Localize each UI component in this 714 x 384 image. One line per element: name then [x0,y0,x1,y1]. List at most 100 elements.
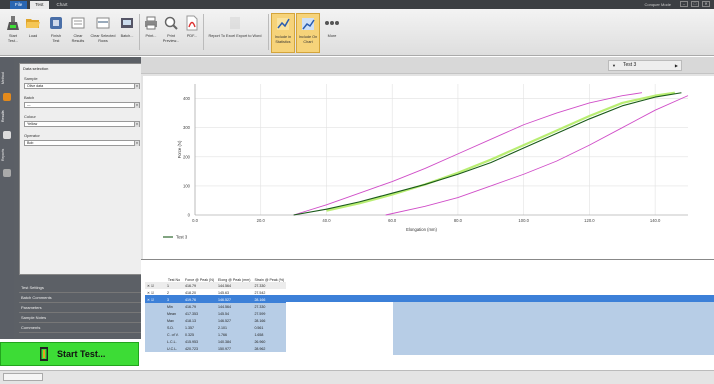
close-button[interactable]: ✕ [702,1,710,7]
cell-strain: 1.658 [252,331,287,338]
report-export-button[interactable]: Report To Excel Export to Word [205,13,265,53]
cell-force: 415.953 [183,338,217,345]
side-rail: Method Results Reports [0,57,14,339]
operator-select[interactable]: Bob ▾ [24,140,140,146]
cell-test-no: 1 [165,282,183,289]
stats-row: U.C.L. 420.723 150.977 28.962 [145,345,287,352]
load-button[interactable]: Load [24,13,42,53]
batch-select[interactable]: — ▾ [24,102,140,108]
rail-item-results[interactable]: Results [1,103,13,129]
chart-topbar: ▼ Test 3 ▶ [141,57,714,74]
test-rig-icon [40,347,48,361]
accordion-comments[interactable]: Comments [19,323,147,333]
cell-test-no: 2 [167,290,169,295]
accordion-parameters[interactable]: Parameters [19,303,147,313]
print-button[interactable]: Print... [143,13,159,53]
rail-item-reports[interactable]: Reports [1,143,13,167]
table-row[interactable]: ✕ ☑ 1 416.79 144.564 27.330 [145,282,287,289]
cell-strain: 27.330 [252,303,287,310]
chevron-down-icon: ▼ [612,63,616,68]
batch-button[interactable]: Batch... [118,13,136,53]
start-test-ribbon-button[interactable]: Start Test... [4,13,22,53]
y-tick-label: 300 [183,125,191,130]
cell-elong: 1.766 [216,331,253,338]
series-line [293,92,643,216]
col-test-no: Test No [167,277,181,282]
more-button[interactable]: More [322,13,342,53]
cell-force: 416.79 [183,303,217,310]
chevron-down-icon: ▾ [134,141,139,146]
report-icon [230,17,240,29]
cell-strain: 27.542 [254,290,266,295]
printer-icon [145,16,157,30]
sample-label: Sample [24,76,38,81]
y-axis-label: Force (N) [177,140,182,158]
method-icon [3,93,11,101]
chevron-right-icon: ▶ [674,63,678,68]
data-selection-box: Data selection Sample Olive data ▾ Batch … [19,63,147,275]
col-check [145,262,165,282]
cell-stat-label: L.C.L. [165,338,183,345]
x-tick-label: 120.0 [584,218,595,223]
series-line-main [293,92,682,216]
table-row[interactable]: ✕ ☑ 2 418.20 145.63 27.542 [145,289,286,296]
finish-icon [50,17,62,29]
cell-force: 417.353 [183,310,217,317]
cell-force: 418.13 [183,317,217,324]
cell-stat-label: C. of V. [165,331,183,338]
ribbon-separator [268,14,269,50]
cell-strain: 28.166 [252,296,287,303]
cell-elong: 146.527 [216,317,253,324]
maximize-button[interactable]: □ [691,1,699,7]
x-tick-label: 60.0 [388,218,397,223]
include-in-statistics-button[interactable]: Include in Statistics [271,13,295,53]
cell-elong: 145.63 [218,290,230,295]
row-checkbox[interactable]: ✕ ☑ [145,282,165,289]
row-checkbox[interactable]: ✕ ☑ [145,289,165,296]
finish-test-button[interactable]: Finish Test [46,13,66,53]
cell-strain: 28.166 [252,317,287,324]
cell-force: 419.76 [183,296,217,303]
table-row[interactable]: ✕ ☑ 3 419.76 146.527 28.166 [145,296,287,303]
rail-item-method[interactable]: Method [1,65,13,91]
stats-row: L.C.L. 415.953 140.384 26.960 [145,338,287,345]
stats-row: Min 416.79 144.564 27.330 [145,303,287,310]
tab-file[interactable]: File [10,1,28,9]
include-on-chart-button[interactable]: Include On Chart [296,13,320,53]
chevron-down-icon: ▾ [134,103,139,108]
colour-label: Colour [24,114,36,119]
cell-test-no: 3 [165,296,183,303]
minimize-button[interactable]: – [680,1,688,7]
cell-elong: 150.977 [216,345,253,352]
accordion-test-settings[interactable]: Test Settings [19,283,147,293]
force-elongation-chart[interactable]: 0.0 20.0 40.0 60.0 80.0 100.0 120.0 140.0 0 100 20… [143,76,714,260]
y-tick-label: 400 [183,96,191,101]
test-selector[interactable]: ▼ Test 3 ▶ [608,60,682,71]
clear-selected-rows-button[interactable]: Clear Selected Rows [90,13,116,53]
x-tick-label: 40.0 [322,218,331,223]
tab-test[interactable]: Test [30,1,49,9]
mode-label: Conquer Mode [644,1,671,7]
cell-stat-label: Min [165,303,183,310]
print-preview-button[interactable]: Print Preview... [160,13,182,53]
clear-results-button[interactable]: Clear Results [68,13,88,53]
start-test-button[interactable]: Start Test... [0,342,139,366]
stats-row: C. of V. 0.325 1.766 1.658 [145,331,287,338]
pdf-icon [186,15,198,31]
flask-icon [7,16,19,30]
cell-force: 418.20 [185,290,196,295]
row-checkbox[interactable]: ✕ ☑ [145,296,165,303]
accordion-batch-comments[interactable]: Batch Comments [19,293,147,303]
cell-elong: 146.527 [216,296,253,303]
status-bar [0,370,714,384]
sample-select[interactable]: Olive data ▾ [24,83,140,89]
tab-chart[interactable]: Chart [52,1,73,9]
x-tick-label: 20.0 [257,218,266,223]
colour-select[interactable]: Yellow ▾ [24,121,140,127]
accordion-sample-notes[interactable]: Sample Notes [19,313,147,323]
batch-label: Batch [24,95,35,100]
status-box [3,373,43,381]
x-tick-label: 140.0 [650,218,661,223]
pdf-button[interactable]: PDF... [184,13,200,53]
col-force: Force @ Peak (N) [185,277,215,282]
